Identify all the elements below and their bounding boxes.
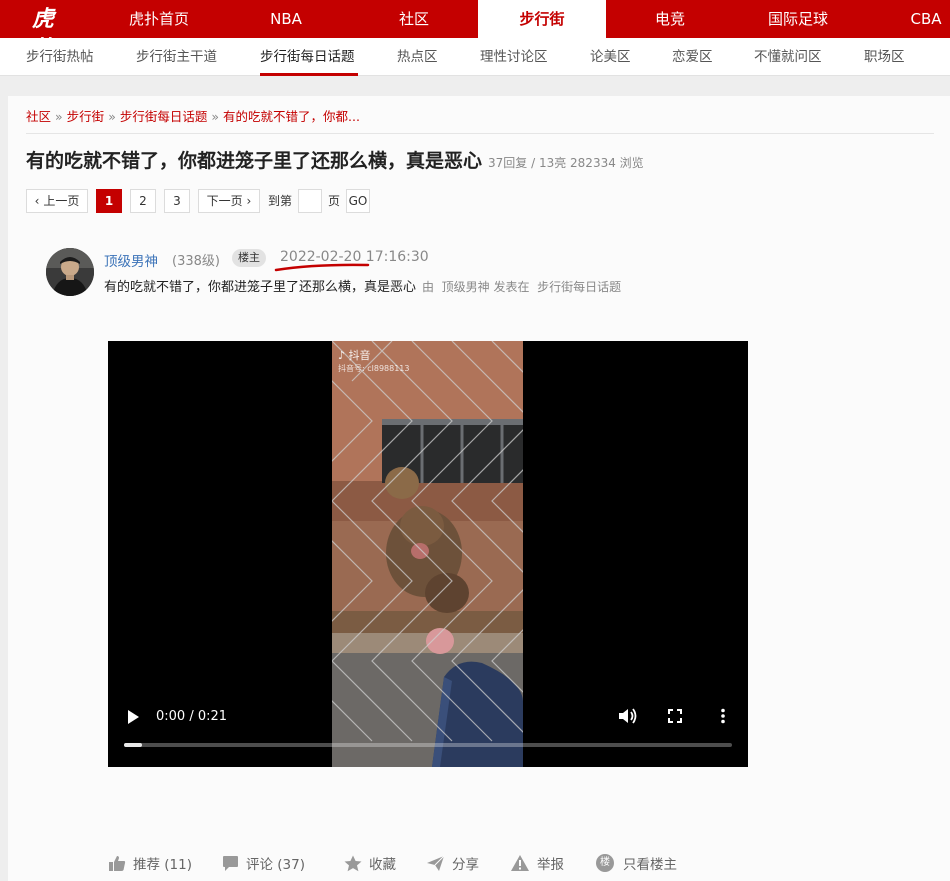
- post-byline: 由 顶级男神 发表在 步行街每日话题: [422, 280, 621, 294]
- top-nav: 虎扑 虎扑首页 NBA 社区 步行街 电竞 国际足球 CBA: [0, 0, 950, 62]
- breadcrumb-current-post[interactable]: 有的吃就不错了，你都...: [223, 109, 360, 124]
- favorite-button[interactable]: 收藏: [344, 851, 396, 875]
- breadcrumb-separator: »: [211, 109, 220, 124]
- post-body-text: 有的吃就不错了，你都进笼子里了还那么横，真是恶心: [104, 280, 417, 295]
- byline-board[interactable]: 步行街每日话题: [537, 280, 621, 294]
- tiktok-icon: ♪: [338, 349, 346, 362]
- next-page-label: 下一页: [206, 194, 243, 208]
- comment-label: 评论 (37): [246, 857, 306, 873]
- thumbs-up-icon: [109, 855, 126, 871]
- video-player[interactable]: ♪ 抖音 抖音号: cl8988113 0:00 / 0:21: [108, 341, 748, 767]
- page-1-button[interactable]: 1: [96, 189, 122, 213]
- byline-prefix: 由: [422, 280, 435, 294]
- subnav-active-indicator: [260, 73, 358, 76]
- share-label: 分享: [452, 857, 479, 873]
- comment-icon: [223, 855, 238, 871]
- video-time: 0:00 / 0:21: [156, 709, 228, 724]
- subnav-item-daily-topic[interactable]: 步行街每日话题: [260, 38, 355, 76]
- only-host-label: 只看楼主: [623, 857, 677, 873]
- share-button[interactable]: 分享: [426, 851, 479, 875]
- video-progress-bar[interactable]: [124, 743, 732, 747]
- title-row: 有的吃就不错了，你都进笼子里了还那么横，真是恶心 37回复 / 13亮 28233…: [26, 146, 644, 173]
- report-label: 举报: [537, 857, 564, 873]
- video-frame: ♪ 抖音 抖音号: cl8988113: [332, 341, 523, 767]
- breadcrumb-separator: »: [108, 109, 116, 124]
- goto-label: 到第: [268, 194, 293, 208]
- breadcrumb-buxingjie[interactable]: 步行街: [67, 109, 105, 124]
- video-progress-fill: [124, 743, 143, 747]
- fullscreen-button[interactable]: [668, 709, 682, 727]
- next-page-button[interactable]: 下一页 ›: [198, 189, 260, 213]
- subnav-item-hot[interactable]: 步行街热帖: [26, 38, 94, 76]
- post-card: 社区» 步行街» 步行街每日话题» 有的吃就不错了，你都... 有的吃就不错了，你都进…: [8, 96, 950, 881]
- breadcrumb-separator: »: [55, 109, 63, 124]
- host-badge: 楼主: [232, 249, 266, 267]
- subnav-item-beauty[interactable]: 论美区: [590, 38, 631, 76]
- hupu-logo[interactable]: 虎扑: [32, 4, 68, 62]
- chevron-right-icon: ›: [246, 194, 252, 208]
- recommend-label: 推荐 (11): [133, 857, 193, 873]
- recommend-button[interactable]: 推荐 (11): [108, 851, 192, 875]
- page-label: 页: [328, 194, 341, 208]
- red-underline-annotation: [274, 263, 370, 272]
- nav-item-community[interactable]: 社区: [368, 0, 460, 38]
- tiktok-watermark: ♪ 抖音: [338, 347, 371, 363]
- post-summary-line: 有的吃就不错了，你都进笼子里了还那么横，真是恶心由 顶级男神 发表在 步行街每日…: [104, 276, 621, 295]
- subnav-item-work[interactable]: 职场区: [864, 38, 905, 76]
- more-options-button[interactable]: [720, 708, 726, 728]
- subnav-item-ask[interactable]: 不懂就问区: [754, 38, 822, 76]
- comment-button[interactable]: 评论 (37): [222, 851, 305, 875]
- fullscreen-icon: [668, 709, 682, 723]
- post-stats: 37回复 / 13亮 282334 浏览: [488, 156, 644, 170]
- page-title: 有的吃就不错了，你都进笼子里了还那么横，真是恶心: [26, 150, 483, 172]
- nav-item-buxingjie[interactable]: 步行街: [478, 0, 606, 38]
- volume-icon: [619, 708, 637, 724]
- avatar[interactable]: [46, 248, 94, 296]
- sub-nav: 步行街热帖 步行街主干道 步行街每日话题 热点区 理性讨论区 论美区 恋爱区 不…: [0, 38, 950, 76]
- subnav-item-rational[interactable]: 理性讨论区: [480, 38, 548, 76]
- share-icon: [427, 855, 445, 871]
- subnav-item-hotspot[interactable]: 热点区: [397, 38, 438, 76]
- subnav-item-love[interactable]: 恋爱区: [672, 38, 713, 76]
- breadcrumb: 社区» 步行街» 步行街每日话题» 有的吃就不错了，你都...: [26, 106, 360, 125]
- volume-button[interactable]: [618, 707, 638, 729]
- author-level: (338级): [172, 254, 220, 269]
- prev-page-label: 上一页: [43, 194, 80, 208]
- divider: [26, 133, 934, 134]
- nav-item-intl-football[interactable]: 国际足球: [750, 0, 846, 38]
- goto-page-input[interactable]: [298, 189, 322, 213]
- more-vertical-icon: [721, 708, 725, 724]
- only-host-button[interactable]: 楼 只看楼主: [596, 851, 677, 875]
- favorite-label: 收藏: [369, 857, 396, 873]
- nav-item-esports[interactable]: 电竞: [624, 0, 716, 38]
- go-button[interactable]: GO: [346, 189, 370, 213]
- star-icon: [344, 855, 362, 871]
- subnav-item-main[interactable]: 步行街主干道: [136, 38, 217, 76]
- breadcrumb-daily-topic[interactable]: 步行街每日话题: [120, 109, 208, 124]
- author-name[interactable]: 顶级男神: [104, 250, 158, 270]
- page-3-button[interactable]: 3: [164, 189, 190, 213]
- play-button[interactable]: [126, 709, 140, 729]
- host-icon: 楼: [596, 854, 614, 872]
- byline-mid: 发表在: [493, 280, 530, 294]
- report-button[interactable]: 举报: [510, 851, 564, 875]
- play-icon: [128, 710, 139, 724]
- warning-icon: [511, 855, 529, 871]
- nav-item-home[interactable]: 虎扑首页: [112, 0, 206, 38]
- nav-item-cba[interactable]: CBA: [890, 0, 950, 38]
- byline-author[interactable]: 顶级男神: [442, 280, 490, 294]
- page-2-button[interactable]: 2: [130, 189, 156, 213]
- chevron-left-icon: ‹: [34, 194, 40, 208]
- watermark-text: 抖音: [348, 349, 371, 362]
- breadcrumb-community[interactable]: 社区: [26, 109, 51, 124]
- prev-page-button[interactable]: ‹ 上一页: [26, 189, 88, 213]
- watermark-id: 抖音号: cl8988113: [338, 364, 410, 373]
- nav-item-nba[interactable]: NBA: [240, 0, 332, 38]
